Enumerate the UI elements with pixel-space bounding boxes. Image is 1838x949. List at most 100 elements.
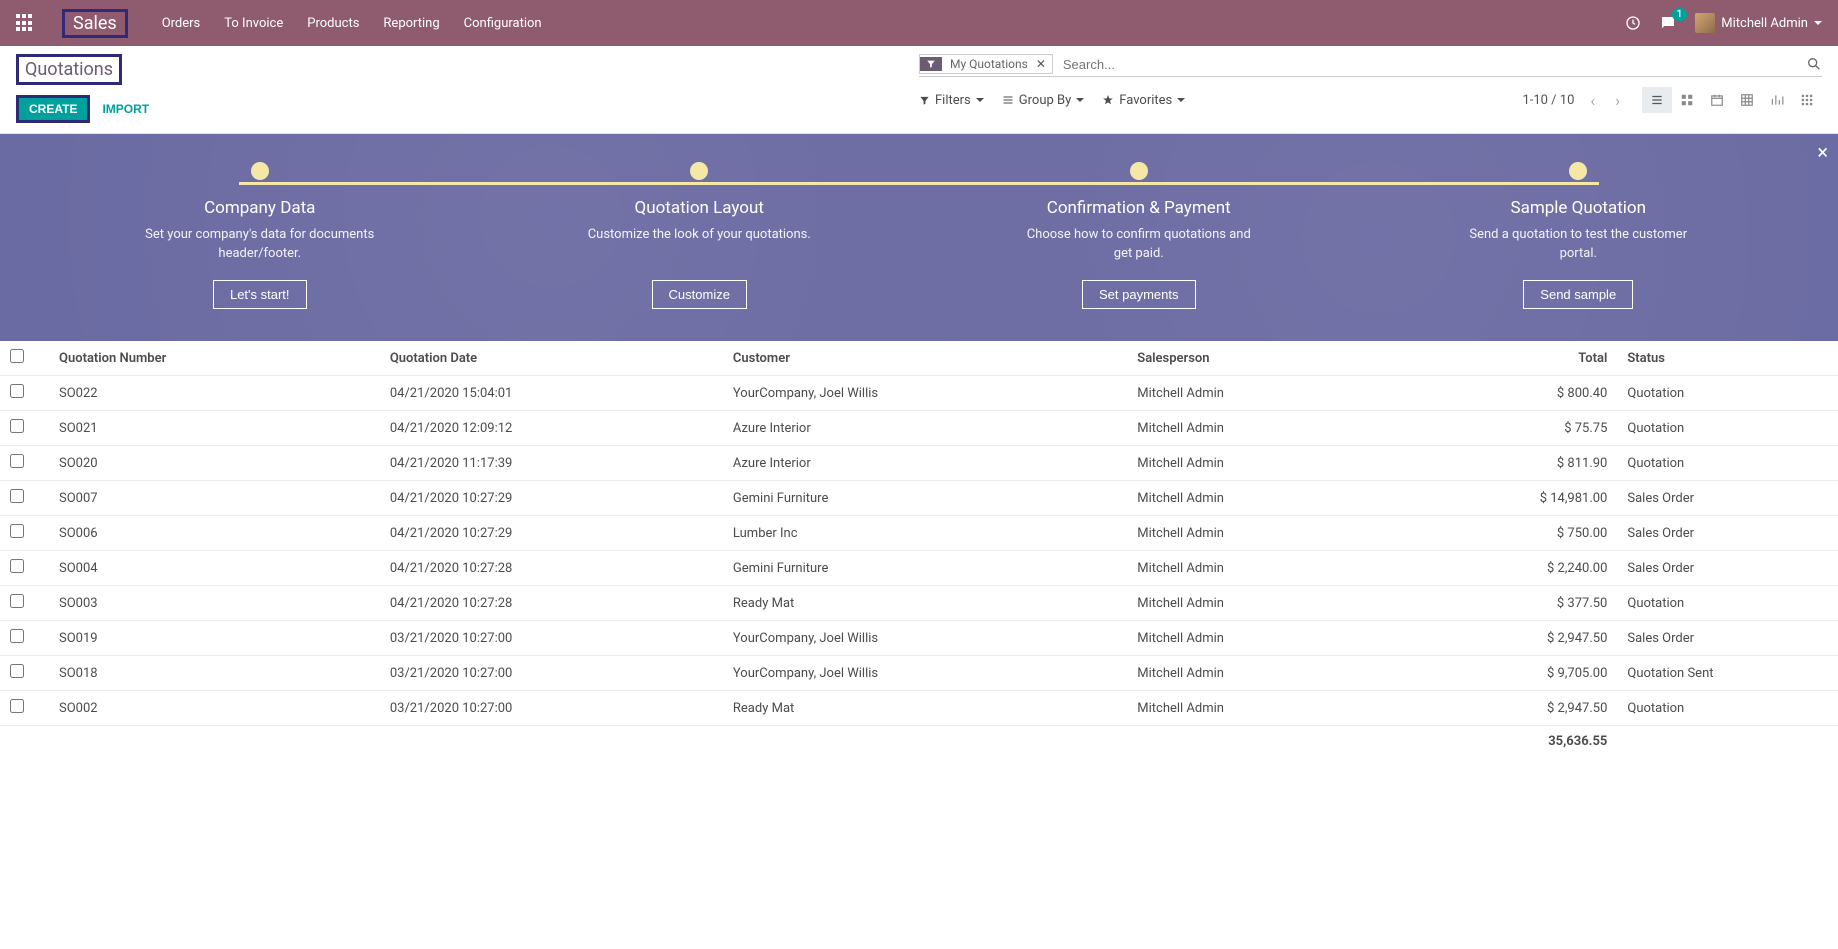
activities-icon[interactable] <box>1625 15 1641 31</box>
table-row[interactable]: SO022 04/21/2020 15:04:01 YourCompany, J… <box>0 376 1838 411</box>
cell-total: $ 75.75 <box>1458 411 1617 446</box>
avatar <box>1695 13 1715 33</box>
pager-prev[interactable]: ‹ <box>1586 91 1599 110</box>
cell-total: $ 2,947.50 <box>1458 621 1617 656</box>
cell-quotation-date: 04/21/2020 10:27:29 <box>380 481 723 516</box>
view-kanban-icon[interactable] <box>1672 87 1702 113</box>
chevron-down-icon <box>1814 21 1822 25</box>
search-options: Filters Group By Favorites <box>919 93 1522 108</box>
cell-status: Quotation Sent <box>1617 656 1838 691</box>
cell-quotation-date: 04/21/2020 12:09:12 <box>380 411 723 446</box>
th-status[interactable]: Status <box>1617 341 1838 376</box>
view-calendar-icon[interactable] <box>1702 87 1732 113</box>
create-button[interactable]: CREATE <box>16 95 90 123</box>
cell-quotation-number: SO022 <box>49 376 380 411</box>
row-checkbox[interactable] <box>10 524 24 538</box>
cell-status: Sales Order <box>1617 516 1838 551</box>
control-panel: Quotations CREATE IMPORT My Quotations ✕ <box>0 46 1838 134</box>
filter-chip-text: My Quotations <box>942 55 1036 73</box>
table-row[interactable]: SO018 03/21/2020 10:27:00 YourCompany, J… <box>0 656 1838 691</box>
step-dot <box>1569 162 1587 180</box>
search-bar: My Quotations ✕ <box>919 54 1822 77</box>
step-dot <box>251 162 269 180</box>
cell-quotation-number: SO002 <box>49 691 380 726</box>
view-activity-icon[interactable] <box>1792 87 1822 113</box>
onboarding-banner: × Company Data Set your company's data f… <box>0 134 1838 341</box>
row-checkbox[interactable] <box>10 419 24 433</box>
favorites-dropdown[interactable]: Favorites <box>1102 93 1185 108</box>
th-quotation-number[interactable]: Quotation Number <box>49 341 380 376</box>
th-customer[interactable]: Customer <box>723 341 1127 376</box>
cell-salesperson: Mitchell Admin <box>1127 481 1458 516</box>
chevron-down-icon <box>1076 98 1084 102</box>
cell-salesperson: Mitchell Admin <box>1127 411 1458 446</box>
pager-text: 1-10 / 10 <box>1522 93 1574 108</box>
row-checkbox[interactable] <box>10 699 24 713</box>
row-checkbox[interactable] <box>10 454 24 468</box>
view-graph-icon[interactable] <box>1762 87 1792 113</box>
th-salesperson[interactable]: Salesperson <box>1127 341 1458 376</box>
table-row[interactable]: SO002 03/21/2020 10:27:00 Ready Mat Mitc… <box>0 691 1838 726</box>
row-checkbox[interactable] <box>10 594 24 608</box>
filter-chip-remove[interactable]: ✕ <box>1036 57 1052 71</box>
table-row[interactable]: SO019 03/21/2020 10:27:00 YourCompany, J… <box>0 621 1838 656</box>
th-total[interactable]: Total <box>1458 341 1617 376</box>
favorites-label: Favorites <box>1119 93 1172 108</box>
view-switcher <box>1642 87 1822 113</box>
footer-total: 35,636.55 <box>1458 726 1617 758</box>
step-button[interactable]: Send sample <box>1523 280 1633 309</box>
nav-menu-configuration[interactable]: Configuration <box>464 16 542 31</box>
table-row[interactable]: SO020 04/21/2020 11:17:39 Azure Interior… <box>0 446 1838 481</box>
nav-right: 1 Mitchell Admin <box>1625 13 1822 33</box>
cell-customer: YourCompany, Joel Willis <box>723 656 1127 691</box>
messaging-badge: 1 <box>1672 8 1688 21</box>
cell-quotation-date: 04/21/2020 10:27:28 <box>380 551 723 586</box>
th-quotation-date[interactable]: Quotation Date <box>380 341 723 376</box>
row-checkbox[interactable] <box>10 384 24 398</box>
cell-quotation-number: SO019 <box>49 621 380 656</box>
search-icon[interactable] <box>1806 56 1822 72</box>
row-checkbox[interactable] <box>10 489 24 503</box>
pager: 1-10 / 10 ‹ › <box>1522 91 1624 110</box>
nav-menu-orders[interactable]: Orders <box>162 16 201 31</box>
close-icon[interactable]: × <box>1817 140 1828 164</box>
cell-customer: Gemini Furniture <box>723 551 1127 586</box>
nav-menu-reporting[interactable]: Reporting <box>383 16 439 31</box>
search-input[interactable] <box>1057 55 1806 74</box>
step-button[interactable]: Set payments <box>1082 280 1196 309</box>
nav-menu-to-invoice[interactable]: To Invoice <box>224 16 283 31</box>
import-button[interactable]: IMPORT <box>102 102 149 116</box>
row-checkbox[interactable] <box>10 664 24 678</box>
select-all-checkbox[interactable] <box>10 349 24 363</box>
table-row[interactable]: SO007 04/21/2020 10:27:29 Gemini Furnitu… <box>0 481 1838 516</box>
row-checkbox[interactable] <box>10 629 24 643</box>
table-row[interactable]: SO004 04/21/2020 10:27:28 Gemini Furnitu… <box>0 551 1838 586</box>
step-desc: Choose how to confirm quotations and get… <box>1024 226 1254 264</box>
table-row[interactable]: SO021 04/21/2020 12:09:12 Azure Interior… <box>0 411 1838 446</box>
user-menu[interactable]: Mitchell Admin <box>1695 13 1822 33</box>
cell-customer: Azure Interior <box>723 411 1127 446</box>
pager-next[interactable]: › <box>1611 91 1624 110</box>
groupby-dropdown[interactable]: Group By <box>1002 93 1085 108</box>
cell-status: Quotation <box>1617 586 1838 621</box>
filters-dropdown[interactable]: Filters <box>919 93 984 108</box>
cell-total: $ 9,705.00 <box>1458 656 1617 691</box>
cell-salesperson: Mitchell Admin <box>1127 621 1458 656</box>
nav-menu-products[interactable]: Products <box>307 16 359 31</box>
groupby-label: Group By <box>1019 93 1072 108</box>
table-row[interactable]: SO006 04/21/2020 10:27:29 Lumber Inc Mit… <box>0 516 1838 551</box>
view-pivot-icon[interactable] <box>1732 87 1762 113</box>
step-dot <box>690 162 708 180</box>
row-checkbox[interactable] <box>10 559 24 573</box>
messaging-icon[interactable]: 1 <box>1659 14 1677 32</box>
apps-launcher-icon[interactable] <box>16 14 34 32</box>
step-title: Company Data <box>204 198 315 218</box>
step-button[interactable]: Let's start! <box>213 280 307 309</box>
table-row[interactable]: SO003 04/21/2020 10:27:28 Ready Mat Mitc… <box>0 586 1838 621</box>
view-list-icon[interactable] <box>1642 87 1672 113</box>
cell-total: $ 2,947.50 <box>1458 691 1617 726</box>
cell-status: Sales Order <box>1617 621 1838 656</box>
cell-quotation-date: 03/21/2020 10:27:00 <box>380 656 723 691</box>
filters-label: Filters <box>935 93 971 108</box>
step-button[interactable]: Customize <box>652 280 747 309</box>
